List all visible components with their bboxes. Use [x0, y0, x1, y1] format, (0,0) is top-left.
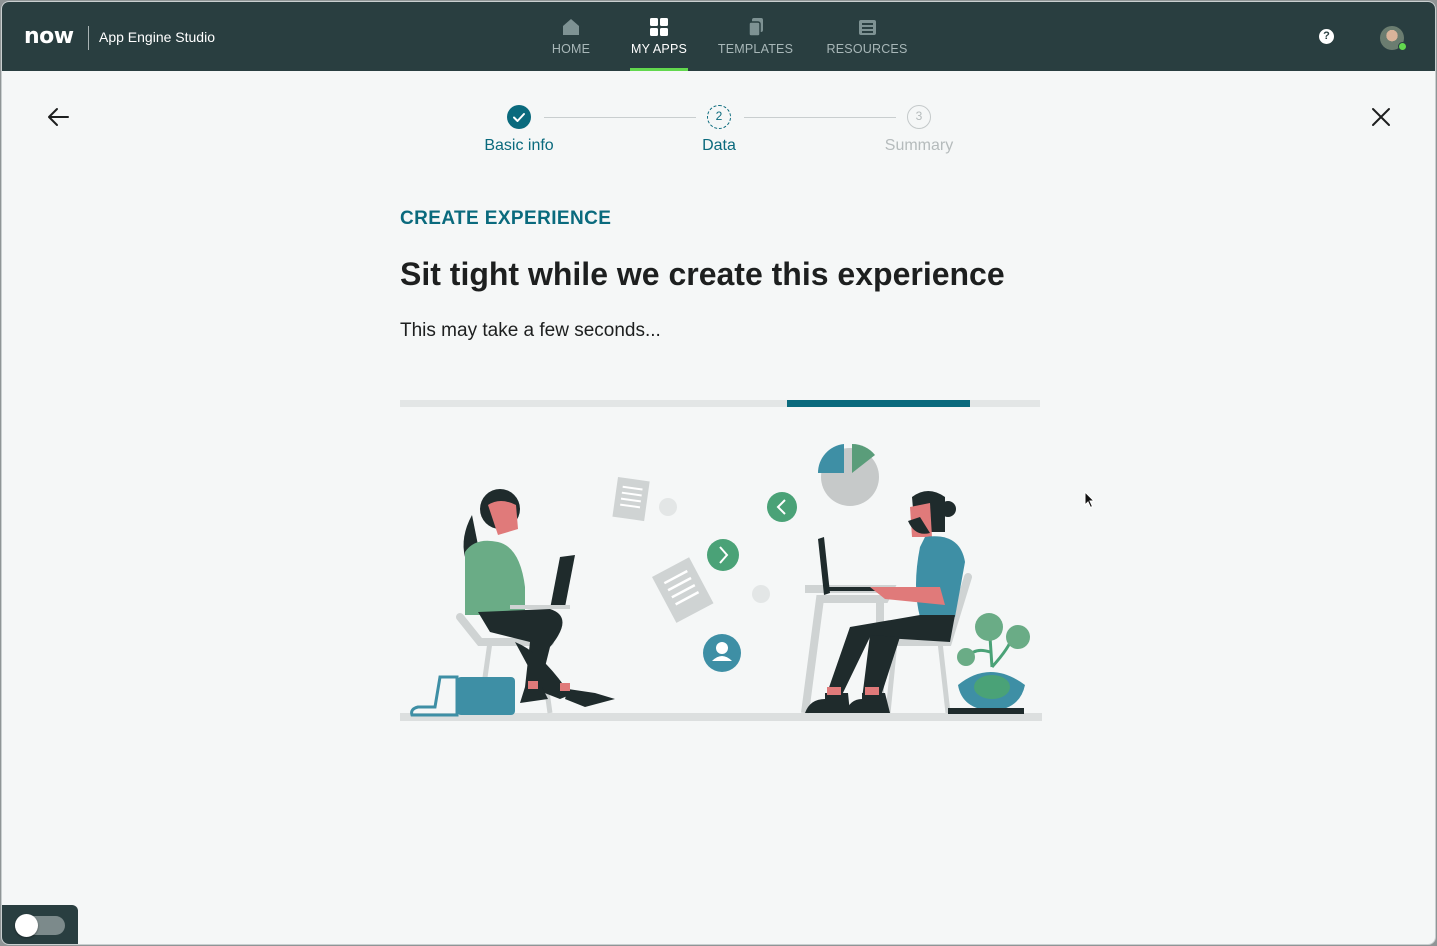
logo-text: now: [24, 24, 74, 49]
app-window: now App Engine Studio HOME MY APPS TEMPL…: [1, 1, 1436, 945]
main-nav: HOME MY APPS TEMPLATES RESOURCES: [542, 2, 908, 71]
loading-progress-bar: [400, 400, 1040, 407]
step-summary: 3 Summary: [839, 102, 999, 155]
help-icon: ?: [1323, 30, 1330, 42]
templates-icon: [747, 18, 763, 37]
resources-icon: [859, 20, 876, 35]
step-number: 3: [907, 105, 931, 129]
app-title: App Engine Studio: [99, 29, 215, 45]
home-icon: [563, 19, 579, 35]
help-button[interactable]: ?: [1319, 29, 1334, 44]
section-eyebrow: CREATE EXPERIENCE: [400, 208, 612, 229]
step-number: 2: [707, 105, 731, 129]
people-working-illustration: [400, 443, 1042, 721]
step-label: Summary: [884, 137, 954, 154]
header-divider: [88, 26, 89, 50]
loading-progress-fill: [787, 400, 970, 407]
nav-resources-label: RESOURCES: [826, 42, 908, 56]
top-navigation-bar: now App Engine Studio HOME MY APPS TEMPL…: [2, 2, 1435, 71]
step-basic-info[interactable]: Basic info: [439, 102, 599, 155]
checkmark-icon: [507, 105, 531, 129]
nav-my-apps[interactable]: MY APPS: [630, 2, 688, 71]
nav-home[interactable]: HOME: [542, 2, 600, 71]
toggle-container: [2, 905, 78, 944]
presence-indicator: [1398, 42, 1407, 51]
toggle-knob: [15, 914, 38, 937]
theme-toggle[interactable]: [15, 914, 65, 937]
nav-resources[interactable]: RESOURCES: [826, 2, 908, 71]
servicenow-logo[interactable]: now: [24, 24, 74, 49]
nav-templates-label: TEMPLATES: [717, 42, 794, 56]
nav-templates[interactable]: TEMPLATES: [718, 2, 793, 71]
mouse-cursor-icon: [1084, 491, 1096, 509]
step-data[interactable]: 2 Data: [639, 102, 799, 155]
step-label: Data: [702, 137, 736, 154]
step-label: Basic info: [484, 137, 554, 154]
progress-stepper: Basic info 2 Data 3 Summary: [2, 102, 1435, 162]
loading-message: This may take a few seconds...: [400, 320, 661, 341]
page-title: Sit tight while we create this experienc…: [400, 256, 1005, 292]
nav-home-label: HOME: [551, 42, 591, 56]
grid-icon: [650, 18, 668, 36]
nav-my-apps-label: MY APPS: [630, 42, 688, 56]
